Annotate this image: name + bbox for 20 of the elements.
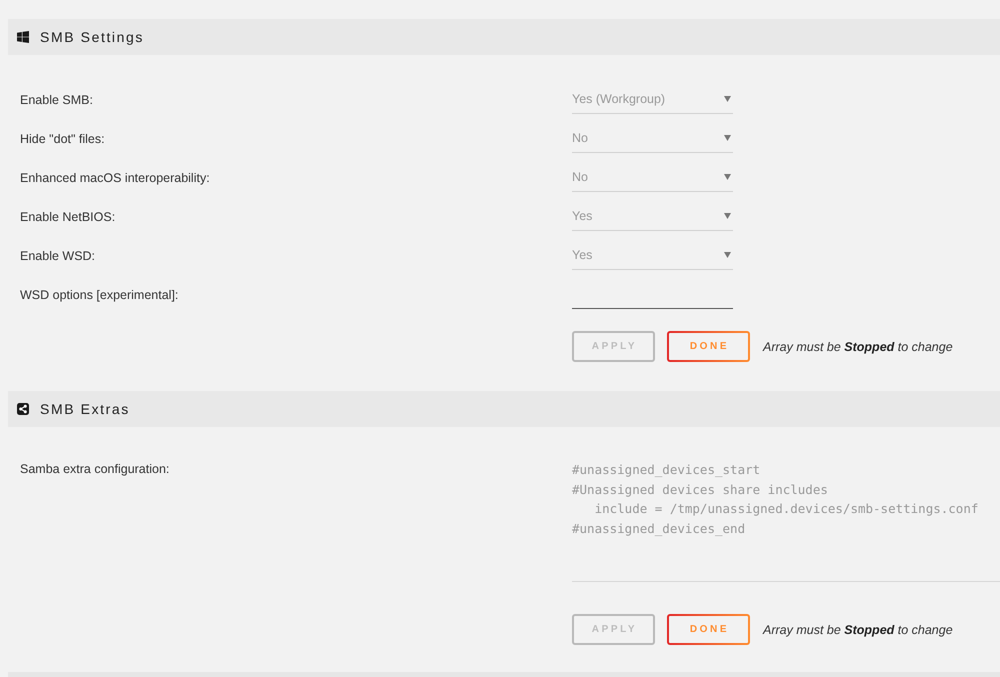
done-button[interactable]: DONE <box>667 614 750 645</box>
windows-logo-icon <box>17 31 29 43</box>
caret-icon <box>724 135 731 141</box>
share-icon <box>17 403 29 415</box>
field-label: Enable WSD: <box>20 248 96 262</box>
done-button[interactable]: DONE <box>667 331 750 362</box>
field-label: Hide "dot" files: <box>20 132 106 146</box>
status-note: Array must be Stopped to change <box>763 340 953 354</box>
status-note: Array must be Stopped to change <box>763 622 953 636</box>
section-title: SMB Settings <box>40 29 144 45</box>
field-label: Samba extra configuration: <box>20 461 170 478</box>
caret-icon <box>724 174 731 180</box>
field-label: Enhanced macOS interoperability: <box>20 170 211 184</box>
section-title: SMB Extras <box>40 401 130 417</box>
caret-icon <box>724 213 731 219</box>
caret-icon <box>724 96 731 102</box>
field-label: WSD options [experimental]: <box>20 288 180 302</box>
field-label: Enable SMB: <box>20 92 94 106</box>
field-label: Enable NetBIOS: <box>20 210 116 224</box>
caret-icon <box>724 252 731 258</box>
